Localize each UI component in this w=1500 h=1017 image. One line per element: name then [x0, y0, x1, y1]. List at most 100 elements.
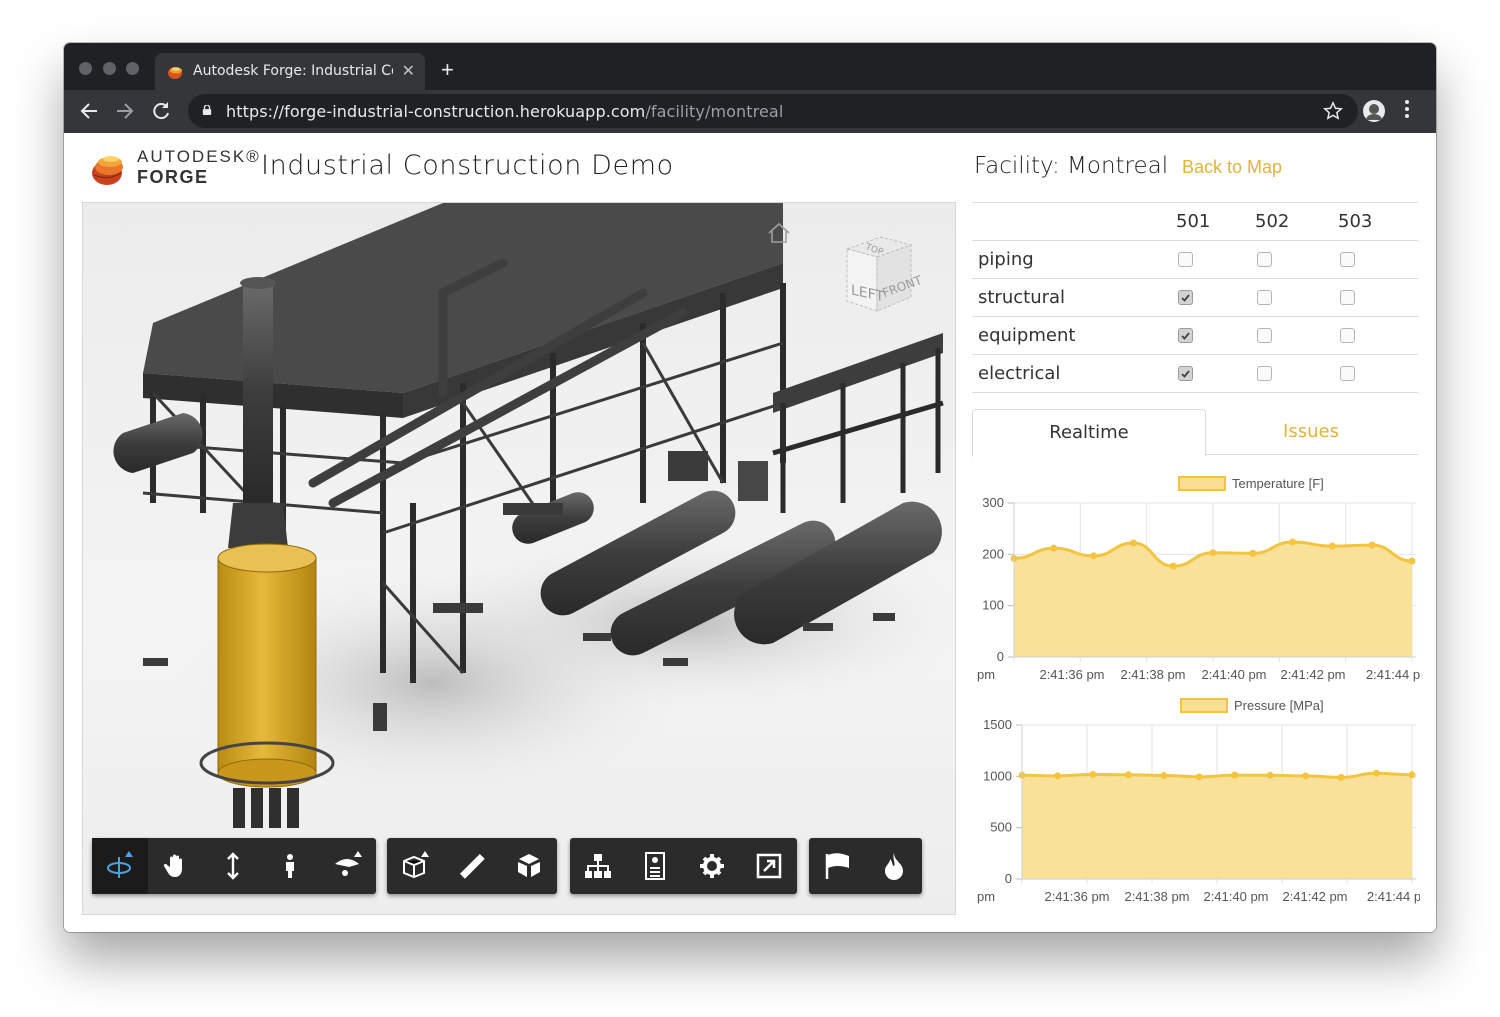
new-tab-button[interactable]: + — [441, 57, 454, 83]
tab-realtime-label: Realtime — [1049, 422, 1129, 443]
column-502: 502 — [1255, 211, 1290, 232]
close-window-button[interactable] — [79, 62, 92, 75]
fullscreen-button[interactable] — [741, 838, 797, 894]
pan-icon — [163, 854, 182, 877]
explode-button[interactable] — [501, 838, 557, 894]
model-browser-icon — [585, 854, 611, 878]
forward-arrow-icon[interactable] — [113, 99, 137, 123]
address-bar[interactable]: https://forge-industrial-construction.he… — [188, 94, 1358, 128]
data-point — [1408, 557, 1416, 565]
legend-swatch — [1180, 698, 1228, 713]
forge-favicon-icon — [168, 67, 182, 79]
first-person-button[interactable] — [262, 838, 318, 894]
fullscreen-icon — [756, 853, 782, 879]
section-icon — [403, 851, 429, 879]
legend-label: Temperature [F] — [1232, 476, 1324, 491]
facility-title: Facility: Montreal — [974, 153, 1169, 179]
checkbox-piping-502[interactable] — [1257, 252, 1272, 267]
checkbox-electrical-501[interactable] — [1178, 366, 1193, 381]
layer-label: piping — [978, 249, 1034, 270]
checkbox-electrical-502[interactable] — [1257, 366, 1272, 381]
y-tick-label: 100 — [982, 598, 1004, 613]
y-tick-label: 500 — [990, 820, 1012, 835]
x-tick-label: pm — [977, 889, 995, 904]
viewcube[interactable]: TOP LEFT FRONT — [835, 231, 921, 317]
section-button[interactable] — [387, 838, 443, 894]
y-tick-label: 0 — [997, 649, 1004, 664]
temperature-chart-svg: Temperature [F] 0 100 200 300 pm 2:41:36 pm 2:4… — [977, 476, 1420, 682]
browser-menu-icon[interactable] — [1404, 100, 1410, 121]
profile-avatar[interactable] — [1363, 100, 1385, 122]
settings-button[interactable] — [684, 838, 740, 894]
x-tick-label: 2:41:44 p — [1367, 889, 1420, 904]
url-text: https://forge-industrial-construction.he… — [226, 102, 783, 121]
extensions-toolbar — [809, 838, 922, 894]
plant-model-render[interactable] — [83, 203, 955, 914]
data-point — [1209, 549, 1217, 557]
x-tick-label: 2:41:44 p — [1366, 667, 1420, 682]
checkbox-equipment-501[interactable] — [1178, 328, 1193, 343]
column-501: 501 — [1176, 211, 1211, 232]
checkbox-equipment-503[interactable] — [1340, 328, 1355, 343]
y-tick-label: 0 — [1005, 871, 1012, 886]
series-area — [1022, 773, 1412, 879]
column-503: 503 — [1338, 211, 1373, 232]
measure-button[interactable] — [444, 838, 500, 894]
checkbox-equipment-502[interactable] — [1257, 328, 1272, 343]
settings-toolbar — [570, 838, 797, 894]
checkmark-icon — [1181, 294, 1190, 302]
bookmark-star-icon[interactable] — [1322, 100, 1344, 122]
checkbox-structural-503[interactable] — [1340, 290, 1355, 305]
zoom-button[interactable] — [205, 838, 261, 894]
orbit-button[interactable] — [92, 838, 148, 894]
tab-issues-label: Issues — [1283, 421, 1339, 442]
checkbox-electrical-503[interactable] — [1340, 366, 1355, 381]
model-browser-button[interactable] — [570, 838, 626, 894]
layer-label: electrical — [978, 363, 1061, 384]
y-tick-label: 1000 — [983, 768, 1012, 783]
pan-button[interactable] — [148, 838, 204, 894]
data-point — [1266, 771, 1274, 779]
home-view-icon[interactable] — [766, 220, 792, 246]
temperature-chart: Temperature [F] 0 100 200 300 pm 2:41:36 pm 2:4… — [972, 473, 1420, 703]
3d-viewer[interactable]: TOP LEFT FRONT — [82, 202, 956, 915]
table-row: structural — [972, 278, 1418, 316]
measure-icon — [459, 853, 485, 879]
data-point — [1302, 772, 1310, 780]
checkmark-icon — [1181, 332, 1190, 340]
camera-button[interactable] — [319, 838, 375, 894]
issues-flag-button[interactable] — [809, 838, 865, 894]
data-point — [1249, 549, 1257, 557]
layer-label: structural — [978, 287, 1066, 308]
checkbox-structural-502[interactable] — [1257, 290, 1272, 305]
lock-icon — [202, 105, 212, 115]
minimize-window-button[interactable] — [103, 62, 116, 75]
checkbox-piping-503[interactable] — [1340, 252, 1355, 267]
zoom-window-button[interactable] — [126, 62, 139, 75]
reload-icon[interactable] — [149, 99, 173, 123]
autodesk-forge-logo-icon — [92, 156, 123, 185]
data-point — [1089, 770, 1097, 778]
tab-close-icon[interactable]: ✕ — [402, 61, 415, 81]
x-tick-label: 2:41:42 pm — [1282, 889, 1347, 904]
x-tick-label: 2:41:38 pm — [1124, 889, 1189, 904]
back-to-map-link[interactable]: Back to Map — [1182, 157, 1282, 178]
checkbox-piping-501[interactable] — [1178, 252, 1193, 267]
tab-realtime[interactable]: Realtime — [972, 409, 1206, 457]
camera-icon — [335, 851, 362, 876]
table-header-row: 501 502 503 — [972, 202, 1418, 240]
back-arrow-icon[interactable] — [77, 99, 101, 123]
heatmap-button[interactable] — [866, 838, 922, 894]
data-point — [1160, 772, 1168, 780]
x-tick-label: 2:41:42 pm — [1280, 667, 1345, 682]
data-point — [1090, 552, 1098, 560]
navigation-toolbar — [92, 838, 376, 894]
panel-tabs: Realtime Issues — [972, 409, 1418, 457]
properties-button[interactable] — [627, 838, 683, 894]
data-point — [1337, 773, 1345, 781]
data-point — [1050, 544, 1058, 552]
checkbox-structural-501[interactable] — [1178, 290, 1193, 305]
tab-issues[interactable]: Issues — [1204, 409, 1418, 455]
browser-tab[interactable]: Autodesk Forge: Industrial Construction … — [155, 53, 425, 90]
data-point — [1231, 771, 1239, 779]
